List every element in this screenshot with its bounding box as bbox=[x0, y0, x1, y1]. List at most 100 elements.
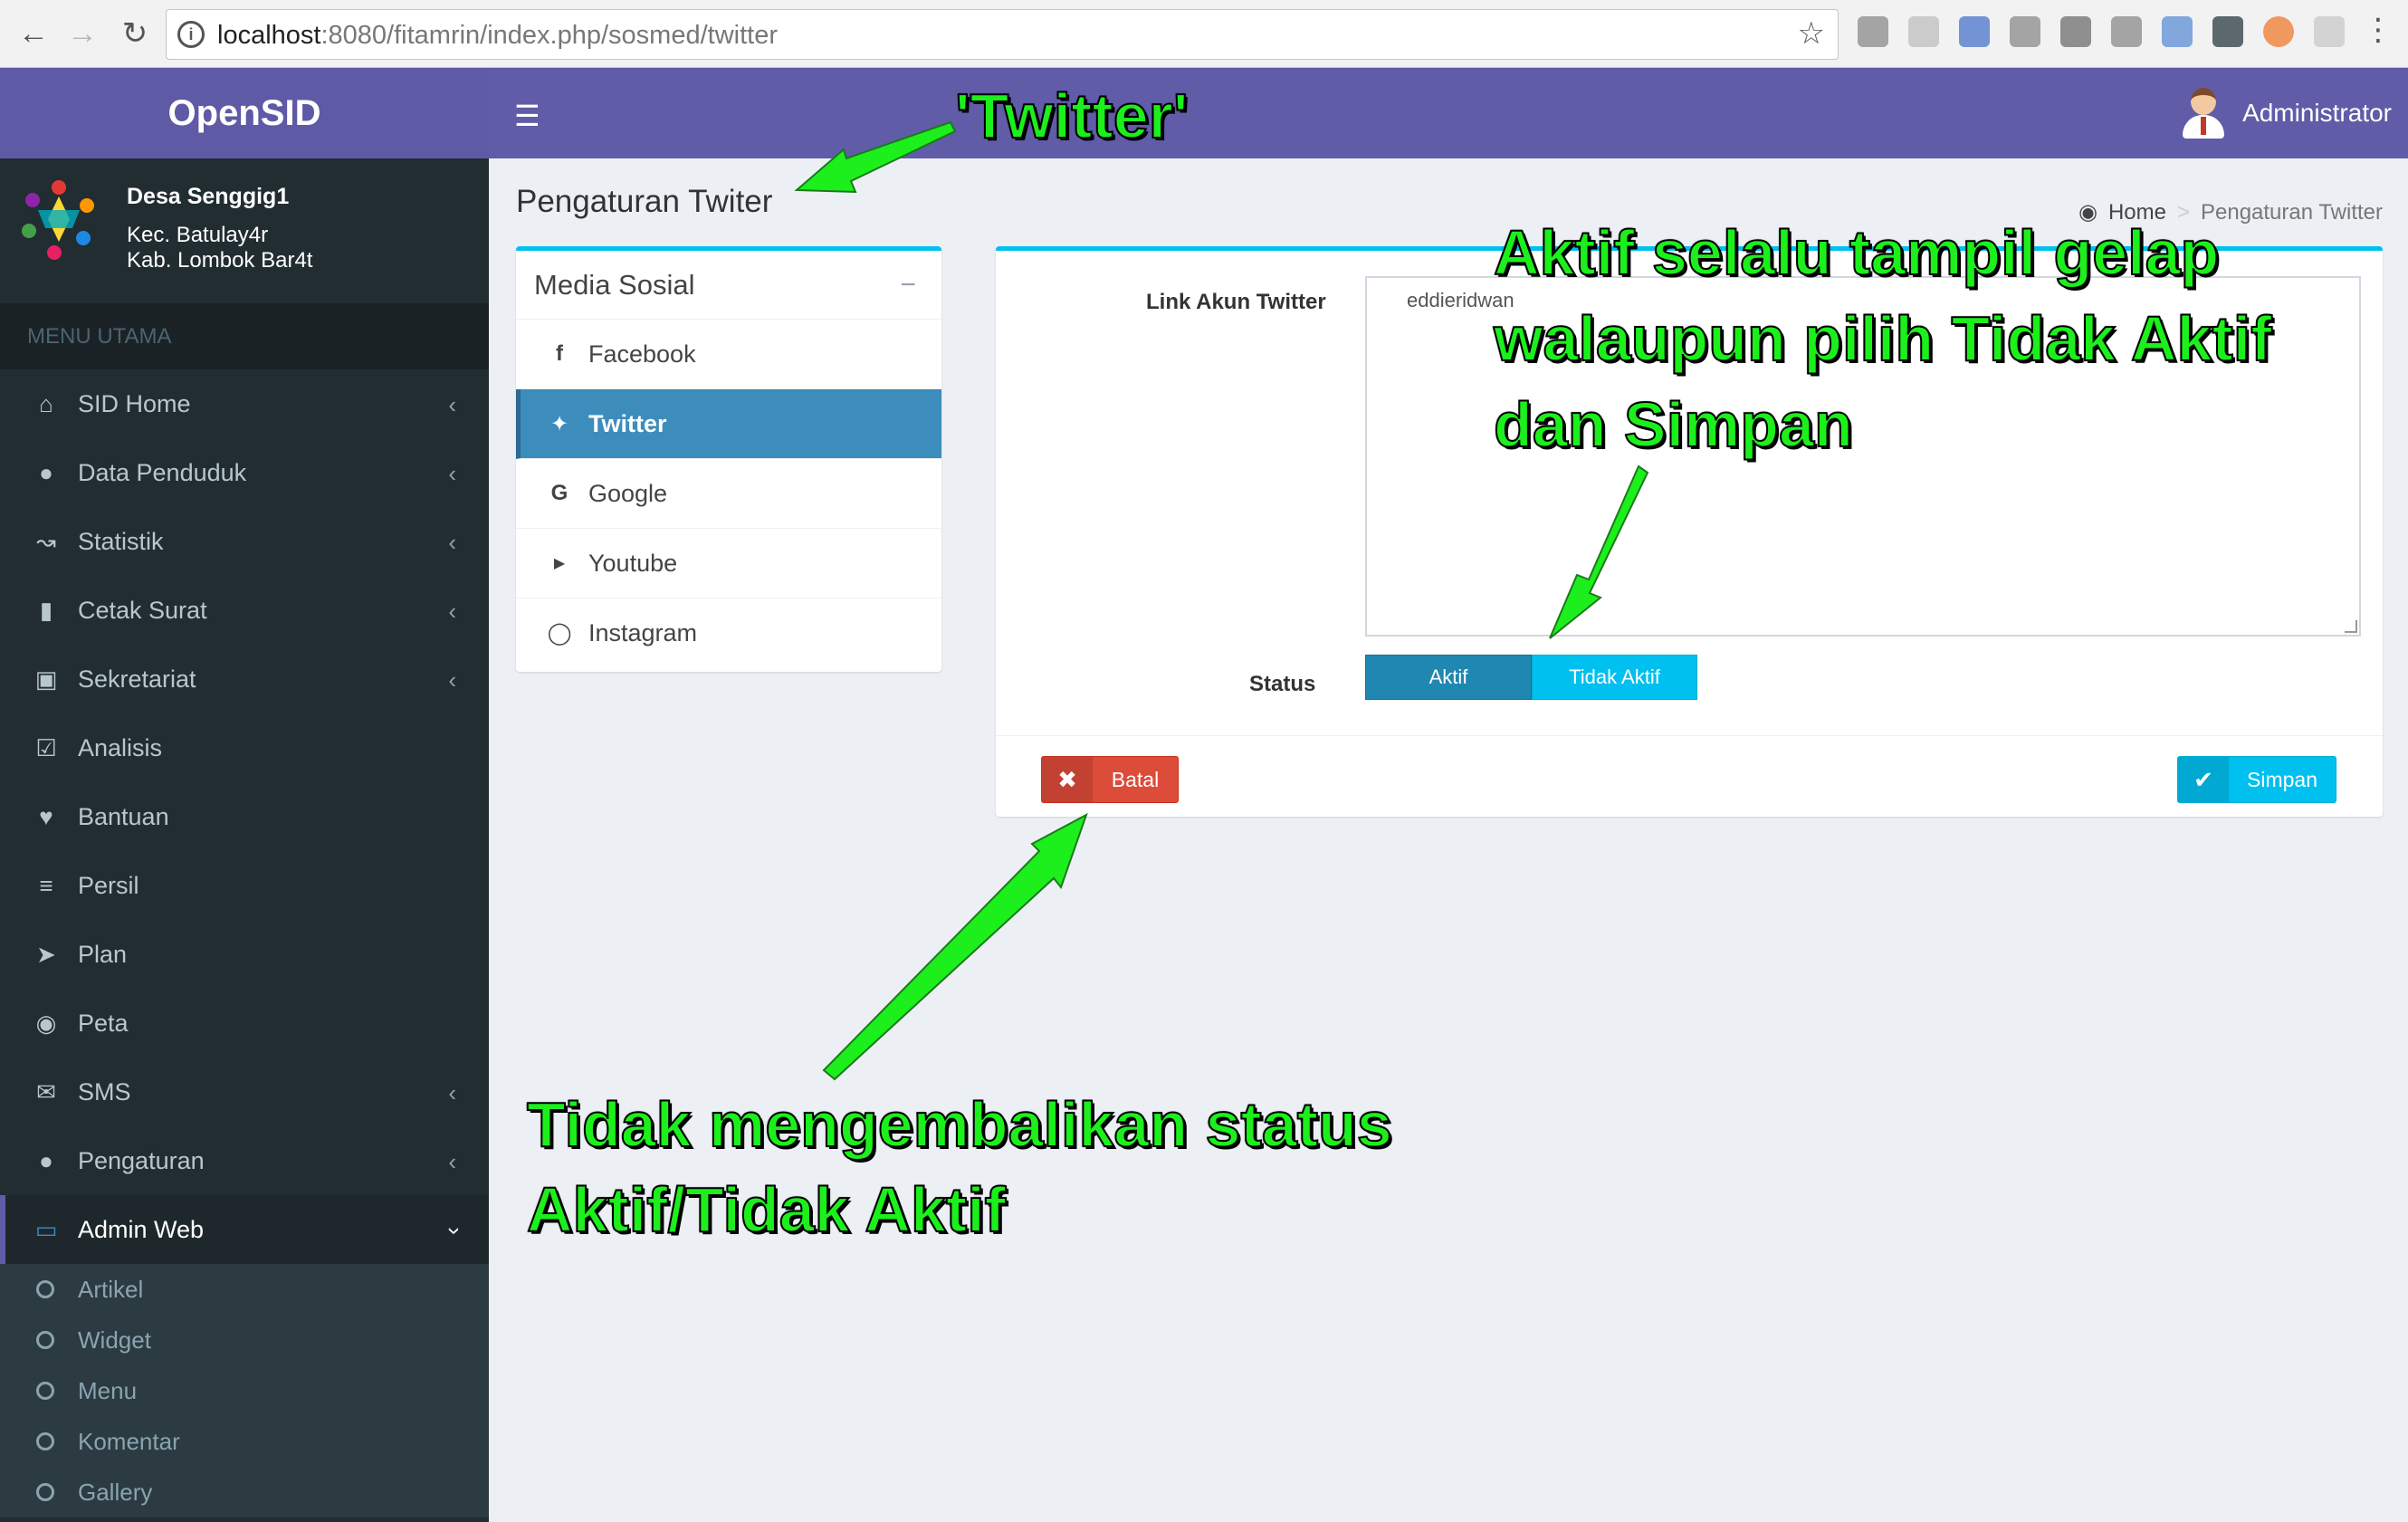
extension-icon[interactable] bbox=[2060, 16, 2091, 47]
sidebar-item-sms[interactable]: ✉ SMS ‹ bbox=[0, 1058, 489, 1126]
sidebar-item-persil[interactable]: ≡ Persil bbox=[0, 851, 489, 920]
user-avatar bbox=[2183, 88, 2225, 139]
submenu-item-menu[interactable]: Menu bbox=[0, 1365, 489, 1416]
social-item-instagram[interactable]: ◯ Instagram bbox=[516, 598, 941, 668]
social-item-facebook[interactable]: f Facebook bbox=[516, 320, 941, 389]
status-tidak-aktif-button[interactable]: Tidak Aktif bbox=[1532, 655, 1697, 700]
annotation-tidak: Tidak mengembalikan status Aktif/Tidak A… bbox=[526, 1082, 1393, 1252]
menu-header: MENU UTAMA bbox=[0, 303, 489, 369]
sidebar-item-plan[interactable]: ➤ Plan bbox=[0, 920, 489, 989]
extension-icon[interactable] bbox=[1959, 16, 1990, 47]
back-icon[interactable]: ← bbox=[11, 11, 56, 56]
sidebar-item-pengaturan[interactable]: ● Pengaturan ‹ bbox=[0, 1126, 489, 1195]
sidebar-item-sekretariat[interactable]: ▣ Sekretariat ‹ bbox=[0, 645, 489, 713]
forward-icon[interactable]: → bbox=[60, 11, 105, 56]
circle-icon bbox=[36, 1331, 54, 1349]
sidebar-item-sid-home[interactable]: ⌂ SID Home ‹ bbox=[0, 369, 489, 438]
sidebar-item-label: Persil bbox=[78, 871, 139, 899]
status-label: Status bbox=[1249, 672, 1316, 696]
desktop-icon: ▭ bbox=[34, 1215, 58, 1243]
facebook-icon: f bbox=[556, 341, 563, 366]
annotation-aktif: Aktif selalu tampil gelap walaupun pilih… bbox=[1493, 210, 2273, 468]
collapse-icon[interactable]: − bbox=[900, 251, 916, 320]
extension-icon[interactable] bbox=[2162, 16, 2193, 47]
annotation-line: dan Simpan bbox=[1493, 388, 1854, 461]
users-icon: ● bbox=[39, 1146, 53, 1174]
sidebar-item-peta[interactable]: ◉ Peta bbox=[0, 989, 489, 1058]
extension-icon[interactable] bbox=[1908, 16, 1939, 47]
sidebar-item-label: Analisis bbox=[78, 733, 163, 761]
sidebar-item-label: Data Penduduk bbox=[78, 458, 247, 486]
extension-icon[interactable] bbox=[2314, 16, 2345, 47]
reload-icon[interactable]: ↻ bbox=[112, 11, 158, 56]
social-item-google[interactable]: G Google bbox=[516, 459, 941, 529]
chevron-left-icon: ‹ bbox=[448, 1148, 456, 1175]
resize-handle[interactable] bbox=[2345, 620, 2357, 633]
app-logo[interactable]: OpenSID bbox=[0, 68, 489, 158]
social-item-youtube[interactable]: ▶ Youtube bbox=[516, 529, 941, 598]
bookmark-star-icon[interactable]: ☆ bbox=[1798, 15, 1825, 52]
extension-icon[interactable] bbox=[2263, 16, 2294, 47]
submenu-item-komentar[interactable]: Komentar bbox=[0, 1416, 489, 1467]
sidebar-item-analisis[interactable]: ☑ Analisis bbox=[0, 713, 489, 782]
submenu-label: Widget bbox=[78, 1326, 151, 1354]
social-media-box-title: Media Sosial − bbox=[516, 251, 941, 320]
youtube-icon: ▶ bbox=[553, 556, 566, 571]
extension-icon[interactable] bbox=[2010, 16, 2040, 47]
sidebar-item-data-penduduk[interactable]: ● Data Penduduk ‹ bbox=[0, 438, 489, 507]
close-icon: ✖ bbox=[1042, 757, 1093, 802]
sidebar-item-bantuan[interactable]: ♥ Bantuan bbox=[0, 782, 489, 851]
info-icon[interactable]: i bbox=[177, 21, 205, 48]
extension-icon[interactable] bbox=[2111, 16, 2142, 47]
circle-icon bbox=[36, 1483, 54, 1501]
map-signs-icon: ≡ bbox=[39, 871, 53, 899]
extension-icon[interactable] bbox=[1858, 16, 1888, 47]
user-menu[interactable]: Administrator bbox=[2183, 88, 2392, 139]
box-footer-divider bbox=[996, 735, 2383, 736]
cancel-button[interactable]: ✖ Batal bbox=[1041, 756, 1179, 803]
circle-icon bbox=[36, 1382, 54, 1400]
location-arrow-icon: ➤ bbox=[36, 940, 56, 968]
admin-web-submenu: Artikel Widget Menu Komentar Gallery bbox=[0, 1264, 489, 1517]
village-logo-icon bbox=[22, 180, 94, 260]
submenu-item-gallery[interactable]: Gallery bbox=[0, 1467, 489, 1517]
chevron-left-icon: ‹ bbox=[448, 666, 456, 694]
google-icon: G bbox=[550, 481, 569, 505]
archive-icon: ▣ bbox=[34, 665, 58, 693]
chevron-left-icon: ‹ bbox=[448, 460, 456, 487]
status-aktif-button[interactable]: Aktif bbox=[1365, 655, 1532, 700]
sidebar-item-statistik[interactable]: ↝ Statistik ‹ bbox=[0, 507, 489, 576]
check-icon: ✔ bbox=[2178, 757, 2229, 802]
line-chart-icon: ↝ bbox=[36, 527, 56, 555]
sidebar-item-label: SMS bbox=[78, 1077, 131, 1106]
extension-icon[interactable] bbox=[2212, 16, 2243, 47]
social-item-twitter[interactable]: ✦ Twitter bbox=[516, 389, 941, 459]
submenu-item-artikel[interactable]: Artikel bbox=[0, 1264, 489, 1315]
submenu-label: Gallery bbox=[78, 1478, 153, 1506]
chevron-left-icon: ‹ bbox=[448, 598, 456, 625]
save-button[interactable]: ✔ Simpan bbox=[2177, 756, 2336, 803]
sidebar-item-cetak-surat[interactable]: ▮ Cetak Surat ‹ bbox=[0, 576, 489, 645]
chevron-down-icon: ‹ bbox=[438, 1227, 466, 1235]
submenu-item-widget[interactable]: Widget bbox=[0, 1315, 489, 1365]
annotation-line: Tidak mengembalikan status bbox=[526, 1088, 1393, 1161]
home-icon: ⌂ bbox=[39, 389, 53, 417]
chevron-left-icon: ‹ bbox=[448, 391, 456, 418]
sidebar: Desa Senggig1 Kec. Batulay4r Kab. Lombok… bbox=[0, 158, 489, 1522]
globe-icon: ◉ bbox=[35, 1009, 57, 1037]
social-media-box: Media Sosial − f Facebook ✦ Twitter G Go… bbox=[516, 246, 941, 672]
chevron-left-icon: ‹ bbox=[448, 1079, 456, 1106]
sidebar-item-label: SID Home bbox=[78, 389, 191, 417]
annotation-line: Aktif/Tidak Aktif bbox=[526, 1173, 1007, 1246]
sidebar-toggle-icon[interactable]: ☰ bbox=[514, 99, 540, 133]
url-text: localhost:8080/fitamrin/index.php/sosmed… bbox=[217, 21, 778, 50]
browser-menu-icon[interactable]: ⋮ bbox=[2363, 14, 2394, 45]
social-item-label: Facebook bbox=[588, 340, 696, 368]
sidebar-item-label: Peta bbox=[78, 1009, 129, 1037]
village-kecamatan: Kec. Batulay4r bbox=[127, 223, 269, 247]
address-bar[interactable]: i localhost:8080/fitamrin/index.php/sosm… bbox=[166, 9, 1839, 60]
village-name: Desa Senggig1 bbox=[127, 184, 290, 209]
twitter-icon: ✦ bbox=[549, 411, 569, 436]
sidebar-item-admin-web[interactable]: ▭ Admin Web ‹ bbox=[0, 1195, 489, 1264]
link-akun-label: Link Akun Twitter bbox=[1146, 290, 1326, 314]
